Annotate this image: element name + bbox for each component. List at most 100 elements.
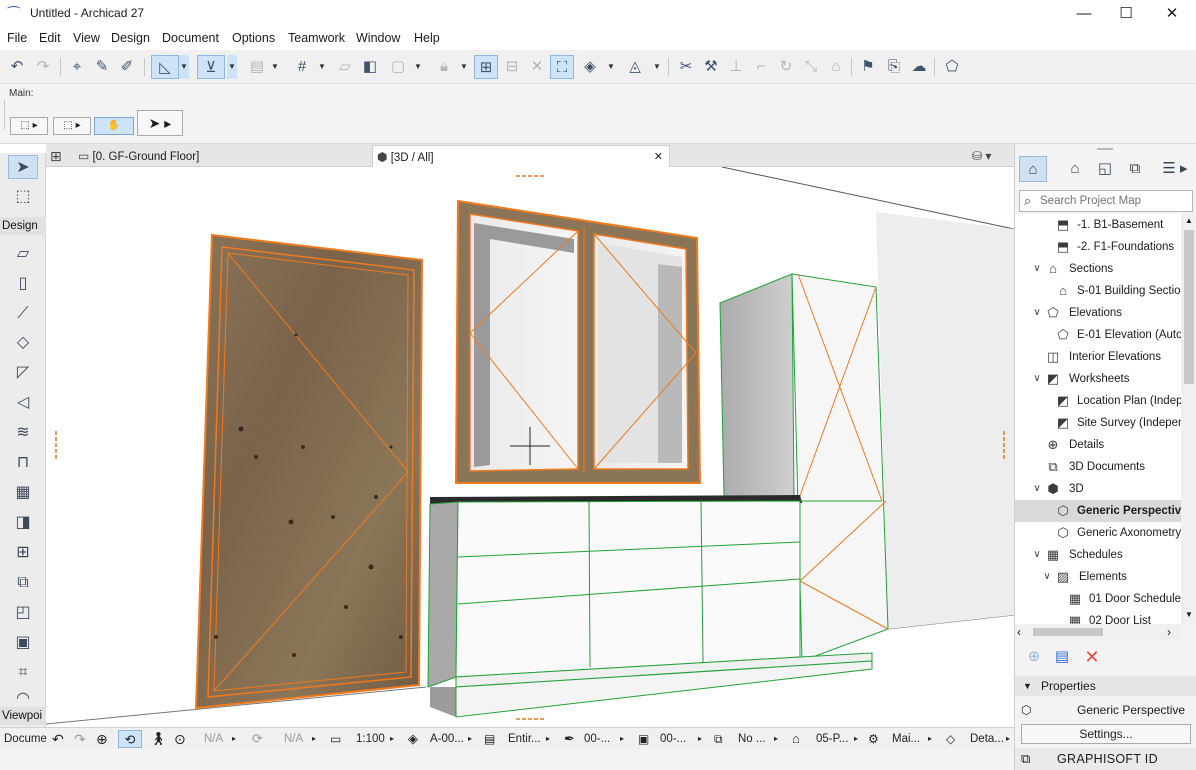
tree-item-s01-building-section[interactable]: ⌂ S-01 Building Section bbox=[1015, 280, 1181, 302]
menu-document[interactable]: Document bbox=[162, 31, 219, 45]
scroll-up-icon[interactable]: ▲ bbox=[1181, 214, 1196, 228]
rotate-view-icon[interactable]: ◬ bbox=[623, 55, 647, 79]
lock-icon[interactable]: 🔒︎ bbox=[432, 55, 456, 79]
redo-zoom-value[interactable]: N/A bbox=[284, 730, 303, 748]
snap-guides-dropdown[interactable]: ▼ bbox=[227, 55, 237, 79]
minimize-button[interactable]: — bbox=[1070, 4, 1098, 24]
menu-window[interactable]: Window bbox=[356, 31, 400, 45]
3d-scene[interactable] bbox=[46, 167, 1014, 727]
tree-item-3d[interactable]: ∨ ⬢ 3D bbox=[1015, 478, 1181, 500]
flag-icon[interactable]: ⚑ bbox=[856, 55, 880, 79]
offset-icon[interactable]: ⌐ bbox=[749, 55, 773, 79]
settings-button[interactable]: Settings... bbox=[1021, 724, 1191, 744]
roof-icon[interactable]: ⌂ bbox=[824, 55, 848, 79]
tree-vertical-scrollbar[interactable]: ▲ ▼ bbox=[1181, 214, 1196, 624]
tab-ground-floor[interactable]: ▭ [0. GF-Ground Floor] bbox=[74, 145, 364, 167]
door-element[interactable] bbox=[194, 233, 424, 710]
publish-icon[interactable]: ⎘ bbox=[882, 55, 906, 79]
tree-item-elements[interactable]: ∨ ▨ Elements bbox=[1015, 566, 1181, 588]
guide-lines-icon[interactable]: ◺ bbox=[151, 55, 179, 79]
partial-display-value[interactable]: Mai... bbox=[892, 730, 920, 748]
tab-overview-icon[interactable]: ⊞ bbox=[50, 147, 68, 165]
tree-item-details[interactable]: ⊕ Details bbox=[1015, 434, 1181, 456]
tree-item-b1-basement[interactable]: ⬒ -1. B1-Basement bbox=[1015, 214, 1181, 236]
viewpoint-section-label[interactable]: Viewpoi bbox=[0, 707, 46, 725]
pen-set-value[interactable]: 00-... bbox=[584, 730, 610, 748]
lock-dropdown[interactable]: ▼ bbox=[459, 55, 469, 79]
column-tool-icon[interactable]: ▯ bbox=[8, 272, 38, 296]
resize-icon[interactable]: ⤡ bbox=[799, 55, 823, 79]
navigator-menu-icon[interactable]: ☰ ▸ bbox=[1157, 156, 1193, 182]
bimx-icon[interactable]: ⬠ bbox=[940, 55, 964, 79]
properties-header[interactable]: ▼ Properties bbox=[1015, 676, 1196, 696]
beam-tool-icon[interactable]: ⟋ bbox=[8, 302, 38, 326]
adjust-icon[interactable]: ⚒ bbox=[699, 55, 723, 79]
marquee-method-button[interactable]: ⬚ ▸ bbox=[53, 117, 91, 135]
chevron-down-icon[interactable]: ∨ bbox=[1031, 368, 1043, 390]
measure-icon[interactable]: ⊟ bbox=[500, 55, 524, 79]
undo-zoom-value[interactable]: N/A bbox=[204, 730, 223, 748]
layer-dropdown[interactable]: ▼ bbox=[270, 55, 280, 79]
elevate-icon[interactable]: ⊥ bbox=[724, 55, 748, 79]
scroll-right-icon[interactable]: › bbox=[1167, 624, 1181, 640]
tree-item-door-list[interactable]: ▦ 02 Door List bbox=[1015, 610, 1181, 624]
zoom-fit-dropdown[interactable]: ▼ bbox=[606, 55, 616, 79]
graphisoft-id-label[interactable]: GRAPHISOFT ID bbox=[1057, 752, 1158, 766]
grid-snap-icon[interactable]: # bbox=[290, 55, 314, 79]
menu-options[interactable]: Options bbox=[232, 31, 275, 45]
orbit-icon[interactable]: ⟲ bbox=[118, 730, 142, 748]
wall-tool-icon[interactable]: ▱ bbox=[8, 242, 38, 266]
layer-icon[interactable]: ▤ bbox=[245, 55, 269, 79]
grid-snap-dropdown[interactable]: ▼ bbox=[317, 55, 327, 79]
tree-item-elevations[interactable]: ∨ ⬠ Elevations bbox=[1015, 302, 1181, 324]
arrow-tool-button[interactable]: ➤ ▸ bbox=[137, 110, 183, 136]
vertical-scroll-thumb[interactable] bbox=[1184, 230, 1194, 384]
close-tab-icon[interactable]: ✕ bbox=[654, 146, 663, 168]
chevron-down-icon[interactable]: ∨ bbox=[1041, 566, 1053, 588]
graphic-override-value[interactable]: 00-... bbox=[660, 730, 686, 748]
tree-horizontal-scrollbar[interactable]: ‹ › bbox=[1015, 624, 1181, 640]
arrow-tool-icon[interactable]: ➤ bbox=[8, 155, 38, 179]
shell-tool-icon[interactable]: ◁ bbox=[8, 391, 38, 415]
tree-item-schedules[interactable]: ∨ ▦ Schedules bbox=[1015, 544, 1181, 566]
zoom-fit-icon[interactable]: ◈ bbox=[578, 55, 602, 79]
menu-edit[interactable]: Edit bbox=[39, 31, 61, 45]
layer-combination-value[interactable]: A-00... bbox=[430, 730, 464, 748]
zoom-fit-icon[interactable]: ⊙ bbox=[174, 730, 186, 748]
railing-tool-icon[interactable]: ⊓ bbox=[8, 451, 38, 475]
curve-icon[interactable]: ↻ bbox=[774, 55, 798, 79]
roof-tool-icon[interactable]: ◸ bbox=[8, 361, 38, 385]
window-tool-icon[interactable]: ⊞ bbox=[8, 541, 38, 565]
view-map-icon[interactable]: ⌂ bbox=[1061, 156, 1089, 182]
scroll-down-icon[interactable]: ▼ bbox=[1181, 608, 1196, 622]
zoom-undo-icon[interactable]: ↶ bbox=[52, 730, 64, 748]
chevron-down-icon[interactable]: ∨ bbox=[1031, 544, 1043, 566]
menu-teamwork[interactable]: Teamwork bbox=[288, 31, 345, 45]
explore-icon[interactable]: 🚶︎ bbox=[150, 730, 167, 748]
trace-icon[interactable]: ⊞ bbox=[474, 55, 498, 79]
selection-method-button[interactable]: ⬚ ▸ bbox=[10, 117, 48, 135]
tab-3d-all[interactable]: ⬢ [3D / All] ✕ bbox=[372, 145, 670, 167]
eyedropper-icon[interactable]: ✎ bbox=[90, 55, 114, 79]
menu-design[interactable]: Design bbox=[111, 31, 150, 45]
delete-view-icon[interactable]: ✕ bbox=[1081, 646, 1103, 668]
slab-tool-icon[interactable]: ◇ bbox=[8, 331, 38, 355]
renovation-value[interactable]: No ... bbox=[738, 730, 765, 748]
menu-file[interactable]: File bbox=[7, 31, 27, 45]
menu-help[interactable]: Help bbox=[414, 31, 440, 45]
rotate-view-dropdown[interactable]: ▼ bbox=[652, 55, 662, 79]
window-list-icon[interactable]: ⧉ bbox=[1021, 751, 1030, 767]
tree-item-sections[interactable]: ∨ ⌂ Sections bbox=[1015, 258, 1181, 280]
redo-icon[interactable]: ↷ bbox=[31, 55, 55, 79]
object-tool-icon[interactable]: ◰ bbox=[8, 601, 38, 625]
structure-value[interactable]: 05-P... bbox=[816, 730, 848, 748]
tree-item-worksheets[interactable]: ∨ ◩ Worksheets bbox=[1015, 368, 1181, 390]
project-map-search[interactable]: ⌕ bbox=[1019, 190, 1193, 212]
split-icon[interactable]: ✂ bbox=[674, 55, 698, 79]
guide-lines-dropdown[interactable]: ▼ bbox=[179, 55, 189, 79]
tree-item-e01-elevation[interactable]: ⬠ E-01 Elevation (Auto) bbox=[1015, 324, 1181, 346]
stair-tool-icon[interactable]: ≋ bbox=[8, 421, 38, 445]
window-element[interactable] bbox=[454, 199, 702, 484]
maximize-button[interactable]: ☐ bbox=[1112, 4, 1140, 24]
chevron-down-icon[interactable]: ∨ bbox=[1031, 478, 1043, 500]
